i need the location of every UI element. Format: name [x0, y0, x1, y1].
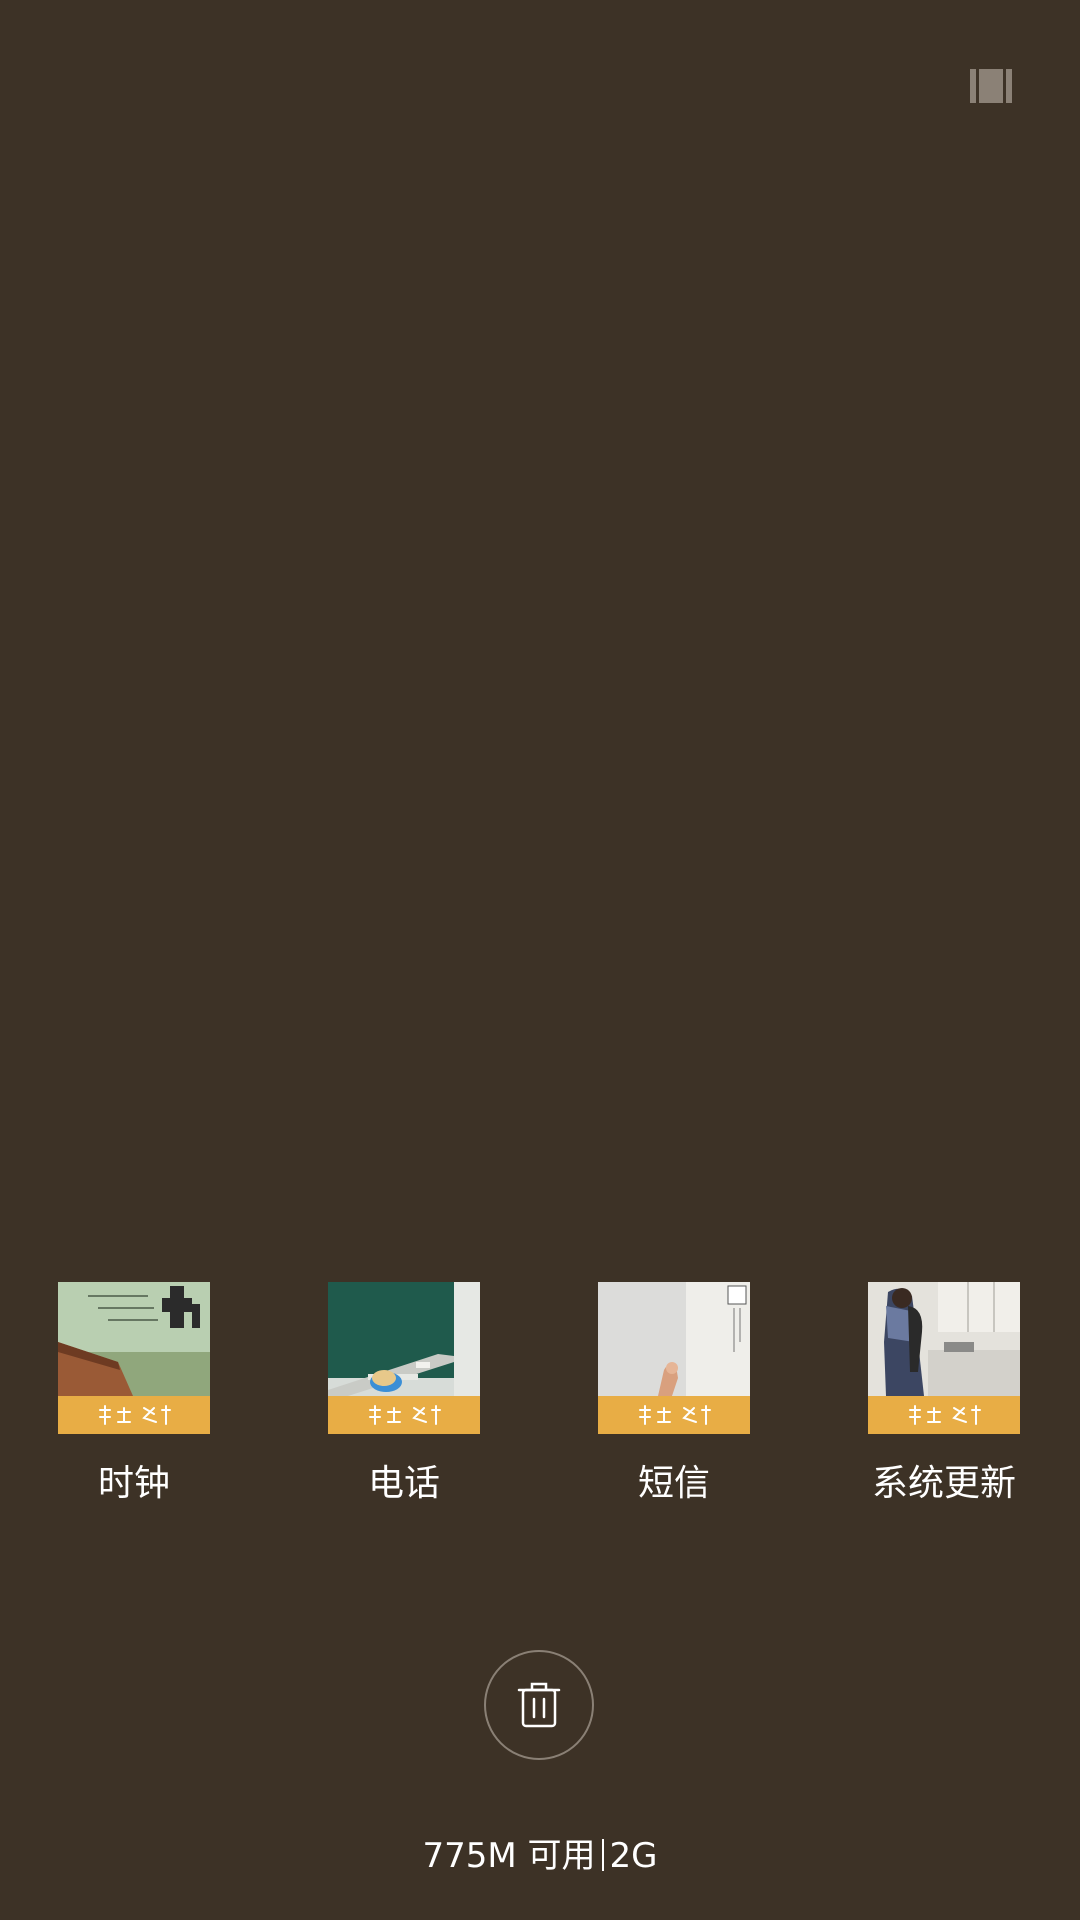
system-update-app-thumbnail: [868, 1282, 1020, 1434]
thumbnail-watermark: [598, 1396, 750, 1434]
recent-app-card-clock[interactable]: 时钟: [24, 1282, 244, 1506]
app-label: 系统更新: [871, 1463, 1016, 1504]
memory-available: 775M 可用: [422, 1836, 596, 1876]
memory-total: 2G: [609, 1836, 658, 1876]
recent-apps-list: 时钟 电话 短信 系统更新: [0, 1282, 1080, 1522]
phone-app-thumbnail: [328, 1282, 480, 1434]
thumbnail-watermark: [58, 1396, 210, 1434]
app-label: 电话: [367, 1463, 440, 1504]
memory-status: 775M 可用 2G: [0, 1834, 1080, 1878]
view-toggle-bar: [1006, 69, 1012, 103]
app-label: 时钟: [97, 1463, 170, 1504]
thumbnail-watermark: [868, 1396, 1020, 1434]
recent-apps-screen: 时钟 电话 短信 系统更新 775M 可用 2G: [0, 0, 1080, 1920]
memory-divider: [601, 1839, 604, 1871]
thumbnail-watermark: [328, 1396, 480, 1434]
messages-app-thumbnail: [598, 1282, 750, 1434]
clock-app-thumbnail: [58, 1282, 210, 1434]
clear-all-button[interactable]: [484, 1650, 594, 1760]
trash-icon: [517, 1682, 561, 1728]
view-toggle-bar: [979, 69, 1003, 103]
app-label: 短信: [637, 1463, 710, 1504]
recent-app-card-phone[interactable]: 电话: [294, 1282, 514, 1506]
recent-app-card-messages[interactable]: 短信: [564, 1282, 784, 1506]
multi-window-icon[interactable]: [970, 69, 1014, 103]
view-toggle-bar: [970, 69, 976, 103]
recent-app-card-system-update[interactable]: 系统更新: [834, 1282, 1054, 1506]
